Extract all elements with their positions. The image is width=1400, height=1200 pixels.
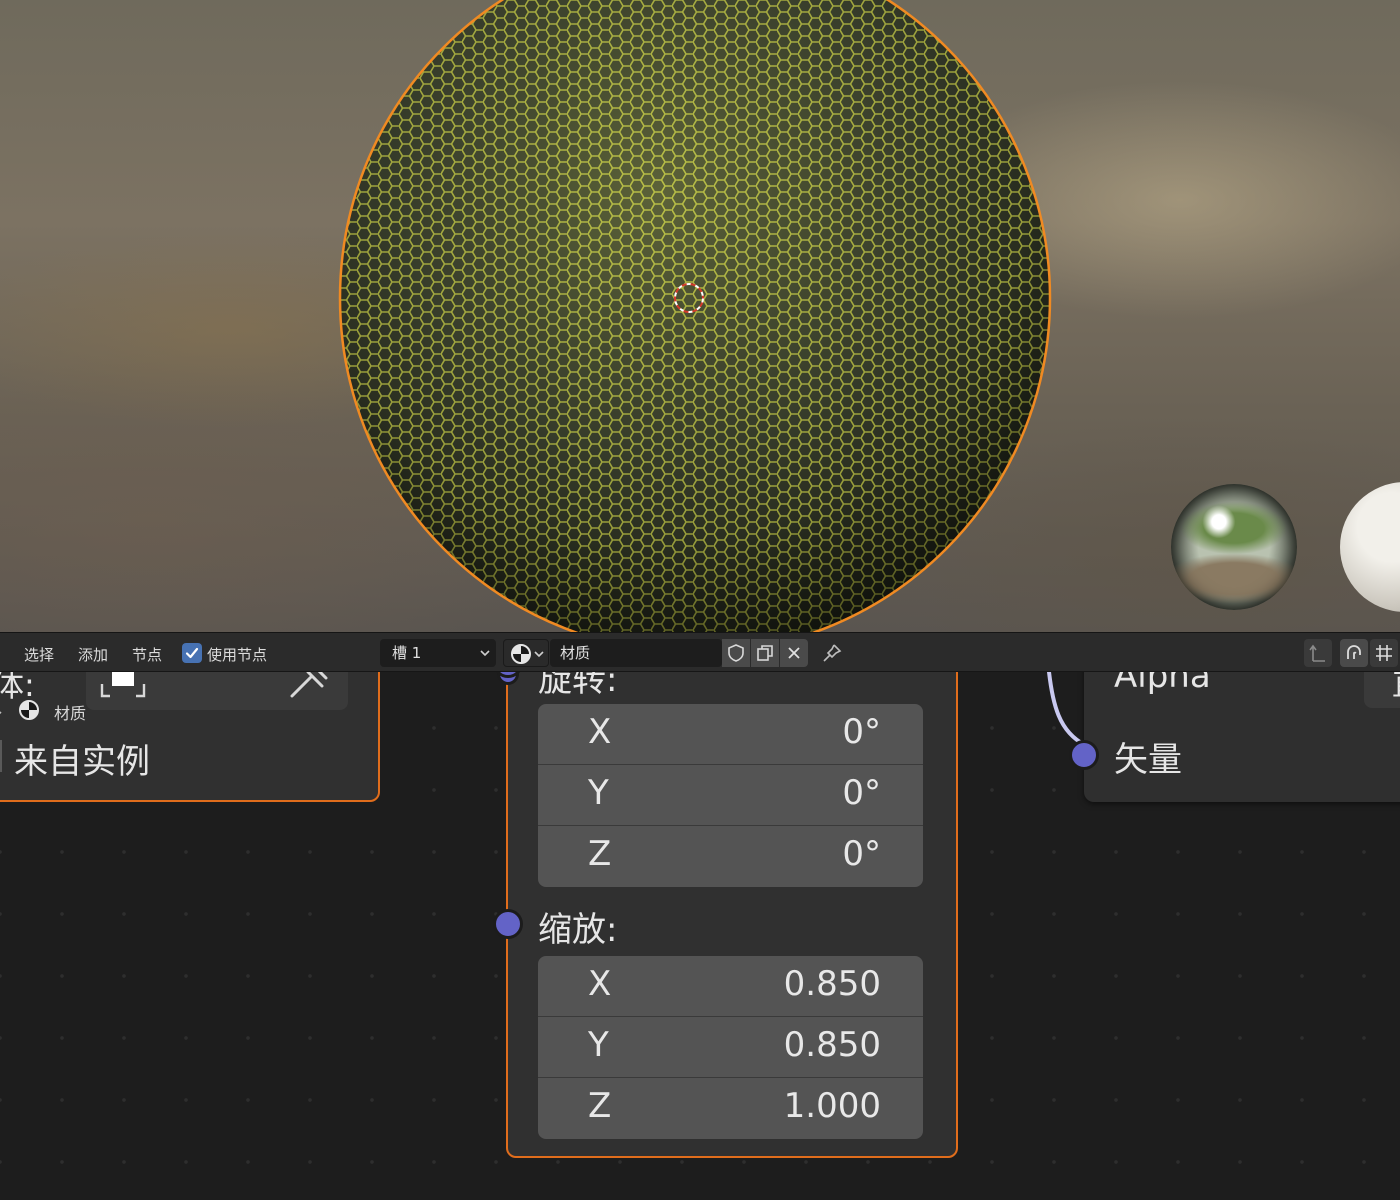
checkmark-icon [185, 647, 199, 659]
menu-item-clipped: | [0, 644, 1, 662]
axis-value: 0° [842, 834, 881, 874]
axis-value: 0.850 [783, 1025, 881, 1065]
alpha-output-label: Alpha [1114, 672, 1211, 696]
rotation-y-field[interactable]: Y 0° [538, 765, 923, 826]
scale-input-socket[interactable] [493, 909, 523, 939]
render-region-icon [100, 672, 146, 698]
pin-button[interactable] [818, 639, 846, 667]
grid-snap-button[interactable] [1370, 639, 1398, 667]
close-icon [788, 647, 800, 659]
snap-icon [1347, 645, 1361, 659]
axis-value: 0.850 [783, 964, 881, 1004]
axis-label: Z [588, 1086, 612, 1126]
hdri-preview-chrome-sphere [1171, 484, 1297, 610]
axis-label: Y [588, 773, 609, 813]
slot-dropdown[interactable]: 槽 1 [380, 639, 496, 667]
rotation-vector-field[interactable]: X 0° Y 0° Z 0° [538, 704, 923, 887]
cut-off-glyph: 直 [1392, 672, 1400, 704]
eyedropper-icon[interactable] [286, 672, 330, 700]
axis-value: 0° [842, 773, 881, 813]
node-dropdown-edge[interactable]: 直 [1364, 672, 1400, 708]
scale-vector-field[interactable]: X 0.850 Y 0.850 Z 1.000 [538, 956, 923, 1139]
node-editor-canvas[interactable]: 体: 材质 来自实例 旋转: X 0° Y 0° Z 0° 缩放: X 0.85… [0, 672, 1400, 1200]
use-nodes-label[interactable]: 使用节点 [207, 644, 267, 665]
menu-select[interactable]: 选择 [24, 644, 54, 665]
chevron-left-icon [0, 711, 2, 715]
scale-y-field[interactable]: Y 0.850 [538, 1017, 923, 1078]
use-nodes-checkbox[interactable] [182, 643, 202, 663]
axis-label: Y [588, 1025, 609, 1065]
duplicate-icon [757, 645, 773, 661]
chevron-down-icon [480, 650, 490, 657]
rotation-x-field[interactable]: X 0° [538, 704, 923, 765]
rotation-label: 旋转: [538, 672, 618, 700]
parent-node-icon [1309, 644, 1325, 662]
material-label: 材质 [54, 704, 87, 723]
chevron-down-icon [534, 651, 544, 658]
duplicate-material-button[interactable] [751, 639, 779, 667]
menu-node[interactable]: 节点 [132, 644, 162, 665]
from-instance-label: 来自实例 [14, 742, 150, 782]
material-name: 材质 [560, 644, 591, 662]
slot-value: 槽 1 [392, 644, 422, 662]
snap-toggle-button[interactable] [1340, 639, 1368, 667]
vector-input-socket[interactable] [1069, 740, 1099, 770]
parent-node-tree-button[interactable] [1304, 639, 1332, 667]
node-editor-header: | 选择 添加 节点 使用节点 槽 1 材质 [0, 632, 1400, 672]
scale-x-field[interactable]: X 0.850 [538, 956, 923, 1017]
3d-viewport[interactable] [0, 0, 1400, 632]
scale-z-field[interactable]: Z 1.000 [538, 1078, 923, 1139]
fake-user-shield-icon [728, 644, 744, 662]
pin-icon [823, 644, 842, 662]
axis-value: 1.000 [783, 1086, 881, 1126]
scale-label: 缩放: [538, 910, 618, 950]
image-texture-node[interactable]: 体: 材质 来自实例 [0, 672, 380, 802]
axis-label: Z [588, 834, 612, 874]
axis-value: 0° [842, 712, 881, 752]
grid-icon [1376, 645, 1392, 661]
unlink-material-button[interactable] [780, 639, 808, 667]
menu-add[interactable]: 添加 [78, 644, 108, 665]
axis-label: X [588, 712, 612, 752]
fake-user-button[interactable] [722, 639, 750, 667]
rotation-z-field[interactable]: Z 0° [538, 826, 923, 887]
material-ball-icon [19, 700, 39, 720]
image-texture-node-right[interactable]: Alpha 直 矢量 [1084, 672, 1400, 802]
sphere-object[interactable] [330, 0, 1070, 632]
axis-label: X [588, 964, 612, 1004]
material-name-field[interactable]: 材质 [550, 639, 722, 667]
vector-input-label: 矢量 [1114, 740, 1182, 780]
material-browse-button[interactable] [503, 639, 549, 667]
material-ball-icon [511, 644, 531, 664]
image-picker-field[interactable] [86, 672, 348, 710]
checkbox-edge[interactable] [0, 740, 2, 772]
